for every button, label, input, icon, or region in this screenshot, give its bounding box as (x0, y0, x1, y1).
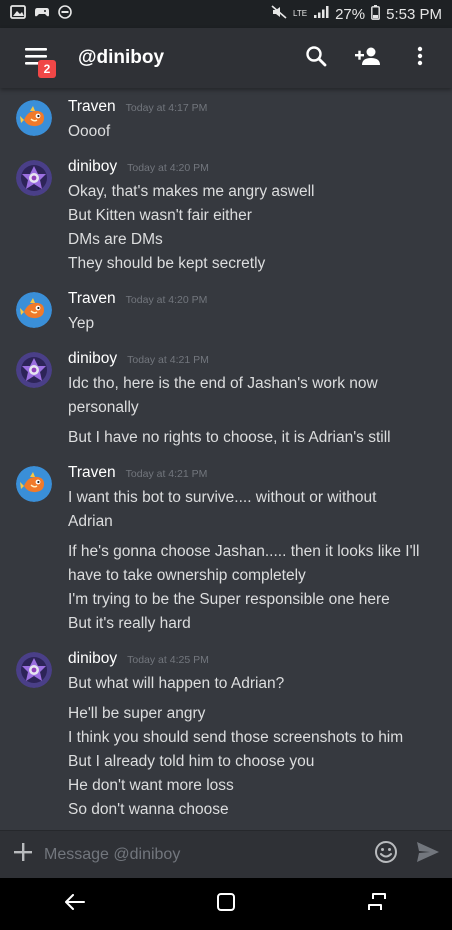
plus-icon (14, 843, 32, 866)
avatar[interactable] (16, 652, 52, 688)
image-icon (10, 5, 26, 23)
avatar[interactable] (16, 100, 52, 136)
author-name[interactable]: diniboy (68, 158, 117, 176)
send-icon (416, 841, 440, 868)
add-friend-icon (354, 46, 382, 71)
author-name[interactable]: Traven (68, 290, 116, 308)
message-header: Traven Today at 4:21 PM (68, 464, 440, 486)
send-button[interactable] (414, 841, 442, 869)
message-list[interactable]: Traven Today at 4:17 PM Oooof diniboy Today … (0, 88, 452, 830)
message-text[interactable]: I think you should send those screenshot… (68, 726, 440, 750)
message-group: TravenToday at 4:29 PM (0, 822, 452, 830)
search-icon (305, 45, 327, 72)
message-group: diniboy Today at 4:25 PM But what will hap… (0, 636, 452, 822)
battery-percent: 27% (335, 5, 366, 23)
emoji-icon (374, 840, 398, 869)
avatar[interactable] (16, 292, 52, 328)
message-body: Traven Today at 4:17 PM Oooof (68, 98, 440, 144)
author-name[interactable]: Traven (68, 464, 116, 482)
message-text[interactable]: So don't wanna choose (68, 798, 440, 822)
mute-icon (271, 5, 287, 23)
author-name[interactable]: diniboy (68, 650, 117, 668)
home-icon (216, 892, 236, 917)
message-text[interactable]: I'm trying to be the Super responsible o… (68, 588, 440, 612)
avatar[interactable] (16, 160, 52, 196)
message-text[interactable]: They should be kept secretly (68, 252, 440, 276)
unread-badge: 2 (38, 60, 56, 78)
message-text[interactable]: If he's gonna choose Jashan..... then it… (68, 540, 440, 564)
author-name[interactable]: diniboy (68, 350, 117, 368)
message-text[interactable]: Oooof (68, 120, 440, 144)
message-timestamp: Today at 4:17 PM (125, 102, 208, 114)
message-group: Traven Today at 4:17 PM Oooof (0, 88, 452, 144)
add-friend-button[interactable] (352, 42, 384, 74)
status-bar: LTE 27% 5:53 PM (0, 0, 452, 28)
message-composer (0, 830, 452, 878)
recent-apps-icon (367, 892, 387, 916)
header-actions (300, 42, 436, 74)
message-input[interactable] (44, 845, 372, 864)
app-header: 2 @diniboy (0, 28, 452, 88)
message-text[interactable]: personally (68, 396, 440, 420)
status-left-icons (10, 5, 72, 23)
message-header: diniboy Today at 4:21 PM (68, 350, 440, 372)
status-time: 5:53 PM (386, 5, 442, 23)
message-text[interactable]: But Kitten wasn't fair either (68, 204, 440, 228)
message-timestamp: Today at 4:20 PM (127, 162, 209, 174)
home-button[interactable] (202, 880, 250, 928)
message-body: Traven Today at 4:21 PM I want this bot to… (68, 464, 440, 636)
game-controller-icon (34, 5, 50, 23)
back-button[interactable] (51, 880, 99, 928)
message-body: Traven Today at 4:20 PM Yep (68, 290, 440, 336)
message-text[interactable]: have to take ownership completely (68, 564, 440, 588)
page-title: @diniboy (78, 47, 165, 68)
message-header: Traven Today at 4:20 PM (68, 290, 440, 312)
author-name[interactable]: Traven (68, 98, 116, 116)
message-timestamp: Today at 4:21 PM (125, 468, 208, 480)
message-text[interactable]: Yep (68, 312, 440, 336)
message-text[interactable]: He'll be super angry (68, 702, 440, 726)
more-vertical-icon (417, 46, 423, 71)
back-icon (65, 893, 86, 915)
do-not-disturb-icon (58, 5, 72, 23)
menu-button[interactable]: 2 (16, 38, 56, 78)
message-group: diniboy Today at 4:20 PM Okay, that's make… (0, 144, 452, 276)
more-options-button[interactable] (404, 42, 436, 74)
message-body: diniboy Today at 4:25 PM But what will hap… (68, 650, 440, 822)
message-text[interactable]: He don't want more loss (68, 774, 440, 798)
message-text[interactable]: I want this bot to survive.... without o… (68, 486, 440, 510)
message-text[interactable]: Okay, that's makes me angry aswell (68, 180, 440, 204)
system-nav-bar (0, 878, 452, 930)
message-text[interactable]: Adrian (68, 510, 440, 534)
emoji-button[interactable] (372, 841, 400, 869)
message-text[interactable]: But what will happen to Adrian? (68, 672, 440, 696)
message-group: Traven Today at 4:21 PM I want this bot to… (0, 450, 452, 636)
message-timestamp: Today at 4:25 PM (127, 654, 209, 666)
message-text[interactable]: But I have no rights to choose, it is Ad… (68, 426, 440, 450)
message-body: diniboy Today at 4:21 PM Idc tho, here is … (68, 350, 440, 450)
message-header: diniboy Today at 4:25 PM (68, 650, 440, 672)
avatar[interactable] (16, 352, 52, 388)
lte-label: LTE (293, 9, 308, 18)
message-group: Traven Today at 4:20 PM Yep (0, 276, 452, 336)
battery-icon (371, 4, 381, 24)
message-text[interactable]: But it's really hard (68, 612, 440, 636)
message-text[interactable]: Idc tho, here is the end of Jashan's wor… (68, 372, 440, 396)
message-header: Traven Today at 4:17 PM (68, 98, 440, 120)
message-body: diniboy Today at 4:20 PM Okay, that's make… (68, 158, 440, 276)
message-header: diniboy Today at 4:20 PM (68, 158, 440, 180)
status-right-icons: LTE 27% 5:53 PM (271, 4, 442, 24)
recent-apps-button[interactable] (353, 880, 401, 928)
message-text[interactable]: But I already told him to choose you (68, 750, 440, 774)
message-group: diniboy Today at 4:21 PM Idc tho, here is … (0, 336, 452, 450)
message-text[interactable]: DMs are DMs (68, 228, 440, 252)
avatar[interactable] (16, 466, 52, 502)
message-timestamp: Today at 4:21 PM (127, 354, 209, 366)
search-button[interactable] (300, 42, 332, 74)
signal-icon (313, 5, 329, 23)
attach-button[interactable] (10, 842, 36, 868)
message-timestamp: Today at 4:20 PM (125, 294, 208, 306)
